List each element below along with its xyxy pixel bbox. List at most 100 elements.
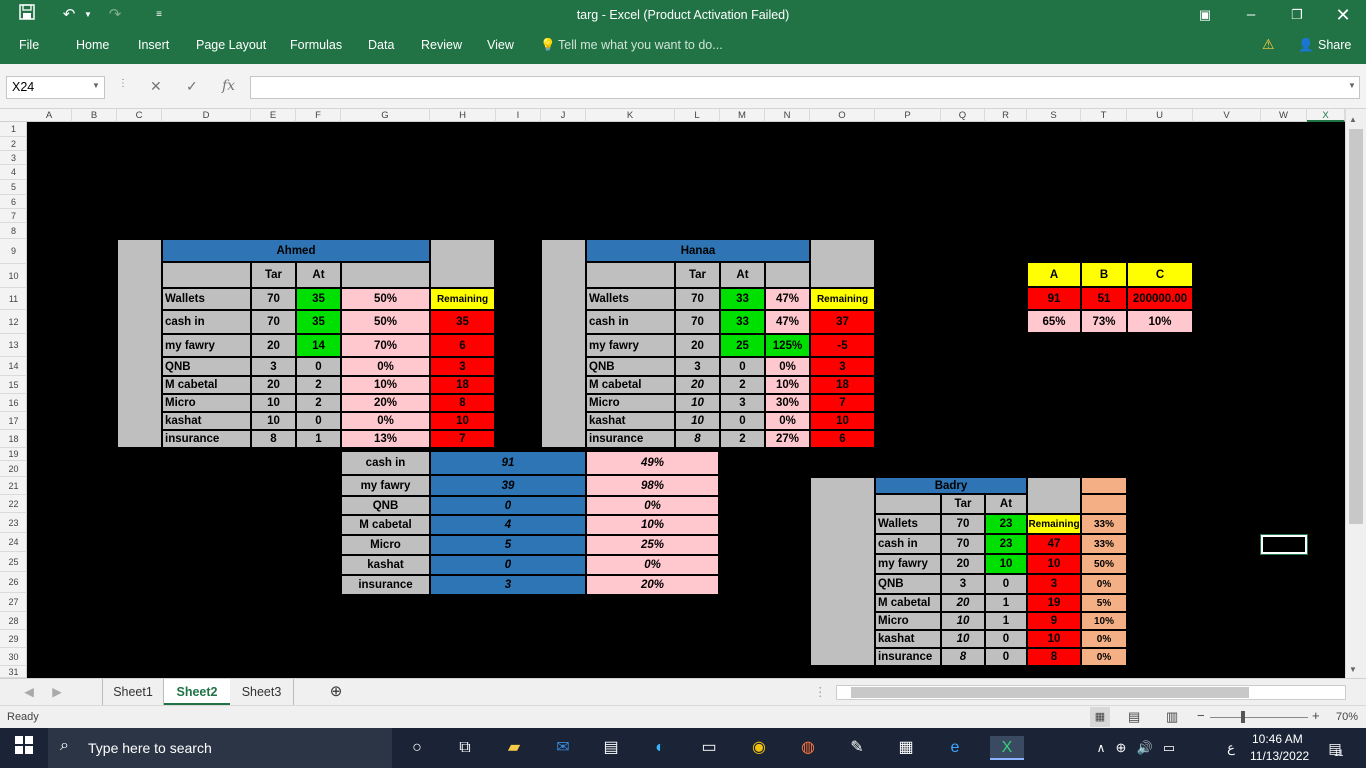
expand-formula-icon[interactable]: ▼ — [1348, 81, 1356, 90]
hanaa-row-label[interactable]: kashat — [586, 412, 675, 430]
row-header[interactable]: 1 — [0, 122, 27, 137]
hanaa-remaining-value[interactable]: -5 — [810, 334, 875, 357]
prev-sheet-icon[interactable]: ◀ — [22, 679, 36, 705]
summary-pct[interactable]: 0% — [586, 555, 719, 575]
row-header[interactable]: 14 — [0, 357, 27, 376]
badry-pct-value[interactable]: 0% — [1081, 648, 1127, 666]
badry-at-value[interactable]: 0 — [985, 630, 1027, 648]
hanaa-row-label[interactable]: my fawry — [586, 334, 675, 357]
hanaa-header-blank[interactable] — [765, 262, 810, 288]
column-header[interactable]: S — [1027, 109, 1081, 122]
ahmed-at-value[interactable]: 1 — [296, 430, 341, 448]
row-header[interactable]: 31 — [0, 666, 27, 678]
hanaa-remaining-value[interactable]: 10 — [810, 412, 875, 430]
share-button[interactable]: Share — [1318, 38, 1351, 52]
enter-icon[interactable]: ✓ — [186, 78, 198, 95]
ahmed-row-label[interactable]: QNB — [162, 357, 251, 376]
badry-tar-header[interactable]: Tar — [941, 494, 985, 514]
hanaa-tar-value[interactable]: 70 — [675, 310, 720, 334]
ahmed-row-label[interactable]: cash in — [162, 310, 251, 334]
tab-view[interactable]: View — [487, 38, 514, 52]
ahmed-at-value[interactable]: 0 — [296, 412, 341, 430]
badry-at-header[interactable]: At — [985, 494, 1027, 514]
row-header[interactable]: 4 — [0, 165, 27, 180]
vertical-scrollbar[interactable]: ▲ ▼ — [1345, 109, 1366, 678]
tray-app-icon[interactable]: ⊕ — [1108, 736, 1134, 760]
row-header[interactable]: 6 — [0, 195, 27, 209]
hanaa-tar-value[interactable]: 20 — [675, 334, 720, 357]
scroll-up-icon[interactable]: ▲ — [1349, 115, 1357, 124]
ahmed-pct-value[interactable]: 0% — [341, 357, 430, 376]
row-header[interactable]: 11 — [0, 288, 27, 310]
hanaa-remaining-value[interactable]: 3 — [810, 357, 875, 376]
app-icon[interactable]: ▤ — [598, 736, 624, 760]
abc-pct[interactable]: 73% — [1081, 310, 1127, 333]
summary-total[interactable]: 3 — [430, 575, 586, 595]
badry-pct-value[interactable]: 33% — [1081, 534, 1127, 554]
column-header[interactable]: O — [810, 109, 875, 122]
column-header[interactable]: J — [541, 109, 586, 122]
firefox-icon[interactable]: ◍ — [795, 736, 821, 760]
summary-total[interactable]: 4 — [430, 515, 586, 535]
ahmed-top-right-cell[interactable] — [430, 239, 495, 288]
row-header[interactable]: 7 — [0, 209, 27, 223]
column-header[interactable]: P — [875, 109, 941, 122]
scroll-thumb[interactable] — [1349, 129, 1363, 524]
ahmed-at-value[interactable]: 0 — [296, 357, 341, 376]
badry-pct-value[interactable]: 33% — [1081, 514, 1127, 534]
ahmed-at-header[interactable]: At — [296, 262, 341, 288]
badry-pct-value[interactable]: 10% — [1081, 612, 1127, 630]
badry-tar-value[interactable]: 20 — [941, 594, 985, 612]
hanaa-tar-value[interactable]: 10 — [675, 394, 720, 412]
hanaa-row-label[interactable]: insurance — [586, 430, 675, 448]
column-header[interactable]: W — [1261, 109, 1307, 122]
sheet-tab-2[interactable]: Sheet2 — [164, 679, 230, 705]
badry-at-value[interactable]: 1 — [985, 612, 1027, 630]
horizontal-scrollbar[interactable] — [836, 685, 1346, 700]
abc-value[interactable]: 51 — [1081, 287, 1127, 310]
hanaa-tar-value[interactable]: 20 — [675, 376, 720, 394]
calculator-icon[interactable]: ▦ — [893, 736, 919, 760]
ahmed-side-cell[interactable] — [117, 239, 162, 448]
badry-row-label[interactable]: kashat — [875, 630, 941, 648]
close-button[interactable]: ✕ — [1320, 0, 1366, 30]
ahmed-row-label[interactable]: Micro — [162, 394, 251, 412]
ahmed-remaining-value[interactable]: 10 — [430, 412, 495, 430]
ahmed-header-blank[interactable] — [162, 262, 251, 288]
windows-start-icon[interactable] — [11, 736, 37, 760]
badry-tar-value[interactable]: 8 — [941, 648, 985, 666]
column-header[interactable]: H — [430, 109, 496, 122]
row-header[interactable]: 20 — [0, 461, 27, 477]
hanaa-pct-value[interactable]: 0% — [765, 357, 810, 376]
ahmed-header-blank[interactable] — [341, 262, 430, 288]
row-header[interactable]: 22 — [0, 495, 27, 513]
badry-row-label[interactable]: QNB — [875, 574, 941, 594]
badry-row-label[interactable]: M cabetal — [875, 594, 941, 612]
hanaa-tar-value[interactable]: 70 — [675, 288, 720, 310]
page-layout-view-icon[interactable]: ▤ — [1128, 709, 1140, 725]
ahmed-pct-value[interactable]: 70% — [341, 334, 430, 357]
hanaa-at-value[interactable]: 0 — [720, 357, 765, 376]
ahmed-pct-value[interactable]: 50% — [341, 310, 430, 334]
hanaa-tar-header[interactable]: Tar — [675, 262, 720, 288]
badry-tar-value[interactable]: 70 — [941, 514, 985, 534]
tab-formulas[interactable]: Formulas — [290, 38, 342, 52]
badry-remaining-value[interactable]: 8 — [1027, 648, 1081, 666]
badry-at-value[interactable]: 23 — [985, 514, 1027, 534]
hanaa-at-value[interactable]: 0 — [720, 412, 765, 430]
ahmed-tar-header[interactable]: Tar — [251, 262, 296, 288]
outlook-icon[interactable]: ✉ — [550, 736, 576, 760]
ahmed-pct-value[interactable]: 50% — [341, 288, 430, 310]
abc-value[interactable]: 91 — [1027, 287, 1081, 310]
badry-title[interactable]: Badry — [875, 477, 1027, 494]
row-header[interactable]: 23 — [0, 513, 27, 533]
abc-header[interactable]: A — [1027, 262, 1081, 287]
row-header[interactable]: 27 — [0, 593, 27, 612]
edge-icon[interactable]: ◐ — [647, 736, 673, 760]
hanaa-remaining-header[interactable]: Remaining — [810, 288, 875, 310]
badry-tar-value[interactable]: 20 — [941, 554, 985, 574]
sheet-tab-1[interactable]: Sheet1 — [102, 679, 164, 705]
hanaa-at-value[interactable]: 3 — [720, 394, 765, 412]
tab-data[interactable]: Data — [368, 38, 394, 52]
hanaa-pct-value[interactable]: 0% — [765, 412, 810, 430]
